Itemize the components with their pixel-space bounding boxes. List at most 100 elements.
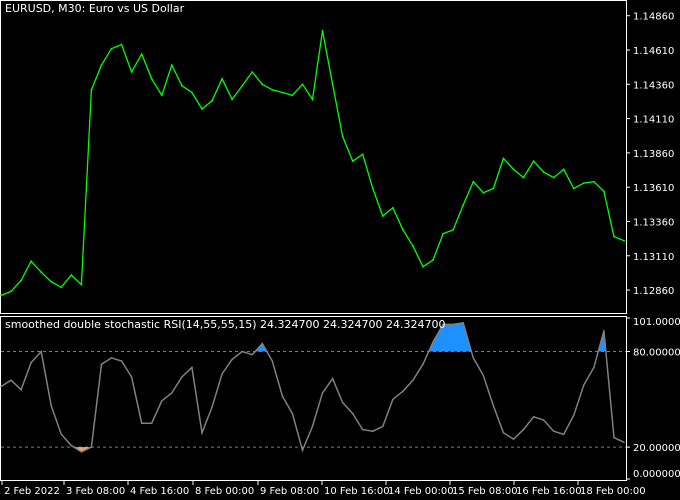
oscillator-point: [241, 350, 243, 353]
price-point: [392, 206, 394, 209]
price-point: [502, 157, 505, 160]
oscillator-point: [532, 416, 535, 418]
oscillator-axis: 101.000000 80.000000 20.000000 0.000000: [626, 317, 680, 480]
oscillator-point: [623, 441, 625, 444]
oscillator-point: [221, 373, 223, 375]
price-point: [301, 83, 304, 86]
price-point: [572, 187, 575, 190]
oscillator-point: [311, 425, 314, 428]
oscillator-line: [0, 321, 625, 453]
oscillator-tick-label: 101.000000: [633, 317, 680, 328]
oscillator-point: [392, 398, 394, 401]
oscillator-point: [482, 374, 485, 377]
oscillator-point: [492, 404, 495, 407]
oscillator-panel[interactable]: [0, 321, 626, 453]
oscillator-point: [542, 419, 545, 421]
price-point: [512, 168, 515, 171]
price-point: [552, 176, 555, 179]
oscillator-point: [251, 353, 253, 356]
price-point: [231, 98, 234, 101]
price-point: [160, 94, 163, 97]
oscillator-point: [211, 406, 213, 409]
price-point: [130, 71, 133, 73]
oscillator-point: [271, 360, 274, 362]
symbol-title: EURUSD, M30: Euro vs US Dollar: [5, 2, 185, 15]
oscillator-point: [100, 363, 103, 366]
price-point: [110, 47, 113, 50]
price-point: [432, 259, 434, 261]
oscillator-point: [261, 342, 264, 345]
oscillator-point: [512, 438, 515, 440]
oscillator-point: [321, 392, 324, 394]
oscillator-point: [10, 379, 12, 382]
price-point: [613, 235, 615, 238]
oscillator-point: [552, 430, 555, 433]
oscillator-point: [90, 446, 93, 448]
oscillator-point: [613, 436, 615, 439]
price-point: [60, 286, 63, 289]
price-point: [422, 265, 424, 268]
price-axis: 1.14860 1.14610 1.14360 1.14110 1.13860 1.136…: [626, 12, 674, 297]
price-point: [331, 83, 334, 86]
oscillator-point: [432, 341, 434, 343]
time-tick-label: 9 Feb 08:00: [260, 486, 319, 497]
oscillator-point: [231, 358, 233, 361]
oscillator-point: [120, 360, 123, 362]
oscillator-point: [140, 422, 143, 425]
oscillator-point: [30, 361, 32, 364]
price-point: [170, 64, 173, 66]
price-point: [191, 91, 193, 94]
price-tick-label: 1.13610: [633, 183, 674, 194]
oscillator-point: [50, 404, 52, 407]
price-tick-label: 1.12860: [633, 286, 674, 297]
oscillator-point: [161, 400, 163, 402]
oscillator-point: [422, 363, 424, 366]
price-point: [472, 180, 475, 183]
price-point: [452, 228, 455, 231]
price-tick-label: 1.14110: [633, 115, 674, 126]
price-tick-label: 1.13860: [633, 149, 674, 160]
price-point: [50, 280, 53, 283]
oscillator-point: [361, 428, 364, 431]
price-point: [140, 53, 143, 55]
price-point: [30, 260, 32, 263]
oscillator-point: [452, 323, 455, 326]
oscillator-point: [522, 428, 525, 431]
oscillator-tick-label: 20.000000: [633, 443, 680, 454]
price-tick-label: 1.14860: [633, 12, 674, 23]
oscillator-point: [60, 433, 63, 436]
time-axis: 2 Feb 2022 3 Feb 08:00 4 Feb 16:00 8 Feb 00…: [1, 481, 646, 497]
oscillator-point: [291, 412, 294, 415]
time-tick-label: 2 Feb 2022: [4, 486, 60, 497]
oscillator-point: [573, 414, 575, 417]
price-point: [361, 153, 364, 156]
price-point: [150, 77, 153, 80]
chart-canvas[interactable]: 1.14860 1.14610 1.14360 1.14110 1.13860 1.136…: [0, 0, 680, 500]
oscillator-point: [341, 401, 344, 404]
time-tick-label: 4 Feb 16:00: [130, 486, 189, 497]
price-point: [211, 99, 213, 102]
price-point: [542, 171, 545, 174]
price-point: [462, 204, 465, 206]
oscillator-point: [462, 322, 465, 324]
price-panel[interactable]: [0, 29, 625, 297]
oscillator-point: [351, 412, 354, 415]
oscillator-point: [181, 376, 183, 378]
price-point: [522, 176, 525, 179]
price-point: [341, 135, 344, 138]
oscillator-point: [70, 444, 73, 447]
price-point: [261, 83, 264, 86]
price-point: [291, 94, 294, 97]
oscillator-point: [372, 430, 374, 433]
price-point: [371, 187, 374, 190]
oscillator-point: [502, 432, 505, 434]
price-point: [582, 182, 585, 185]
oscillator-panel-frame: [0, 316, 627, 481]
price-point: [482, 191, 485, 194]
oscillator-point: [382, 425, 384, 428]
oscillator-point: [201, 432, 203, 434]
time-tick-label: 16 Feb 16:00: [516, 486, 582, 497]
price-point: [181, 84, 183, 87]
oscillator-point: [472, 357, 475, 359]
price-tick-label: 1.14610: [633, 46, 674, 57]
